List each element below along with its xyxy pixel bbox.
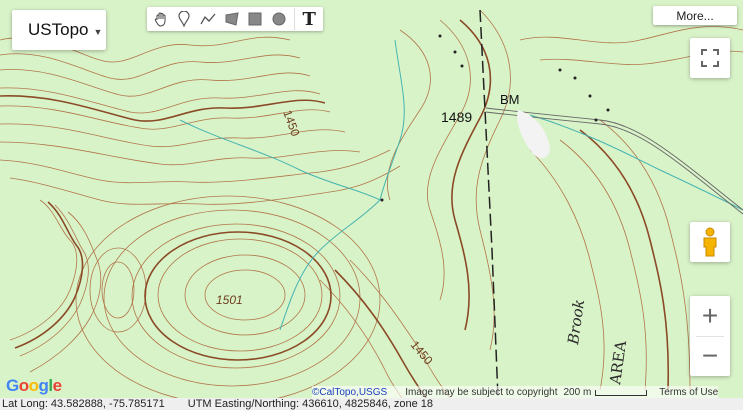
pegman-icon [703,227,717,257]
utm-readout: UTM Easting/Northing: 436610, 4825846, z… [187,398,433,410]
zoom-control: + − [690,296,730,376]
text-tool-button[interactable]: T [294,8,323,30]
rectangle-icon[interactable] [243,8,267,30]
status-bar: Lat Long: 43.582888, -75.785171 UTM East… [0,398,743,410]
map-canvas[interactable]: 1450 1450 1501 1489 BM Brook AREA USTopo… [0,0,743,398]
elevation-label-1450-south: 1450 [408,338,436,368]
drawing-toolbar: T [147,7,323,31]
polygon-icon[interactable] [220,8,244,30]
elevation-label-1450-north: 1450 [280,108,302,138]
circle-icon[interactable] [267,8,291,30]
fullscreen-button[interactable] [690,38,730,78]
scale-bar [595,390,648,396]
attribution-bar: ©CalTopo,USGS Image may be subject to co… [312,386,719,398]
map-layer-label: USTopo [28,20,89,39]
source-attribution-link[interactable]: ©CalTopo,USGS [312,387,387,398]
benchmark-label: BM [500,92,520,107]
line-icon[interactable] [196,8,220,30]
google-logo[interactable]: Google [6,376,62,396]
chevron-down-icon: ▼ [93,26,103,37]
zoom-in-button[interactable]: + [690,296,730,336]
brook-label: Brook [564,298,588,346]
terms-link[interactable]: Terms of Use [659,387,718,398]
elevation-label-1501: 1501 [216,293,243,307]
elevation-label-1489: 1489 [441,109,472,125]
topo-map-layer: 1450 1450 1501 1489 BM Brook AREA [0,9,743,398]
marker-icon[interactable] [173,8,197,30]
hand-icon[interactable] [149,8,173,30]
more-button[interactable]: More... [653,6,737,25]
street-view-pegman[interactable] [690,222,730,262]
scale-label[interactable]: 200 m [564,387,592,398]
copyright-notice: Image may be subject to copyright [405,386,558,398]
area-label: AREA [606,339,630,386]
fullscreen-icon [701,49,719,67]
latlong-readout: Lat Long: 43.582888, -75.785171 [2,398,165,410]
map-layer-selector[interactable]: USTopo ▼ [12,10,106,50]
zoom-out-button[interactable]: − [690,336,730,376]
